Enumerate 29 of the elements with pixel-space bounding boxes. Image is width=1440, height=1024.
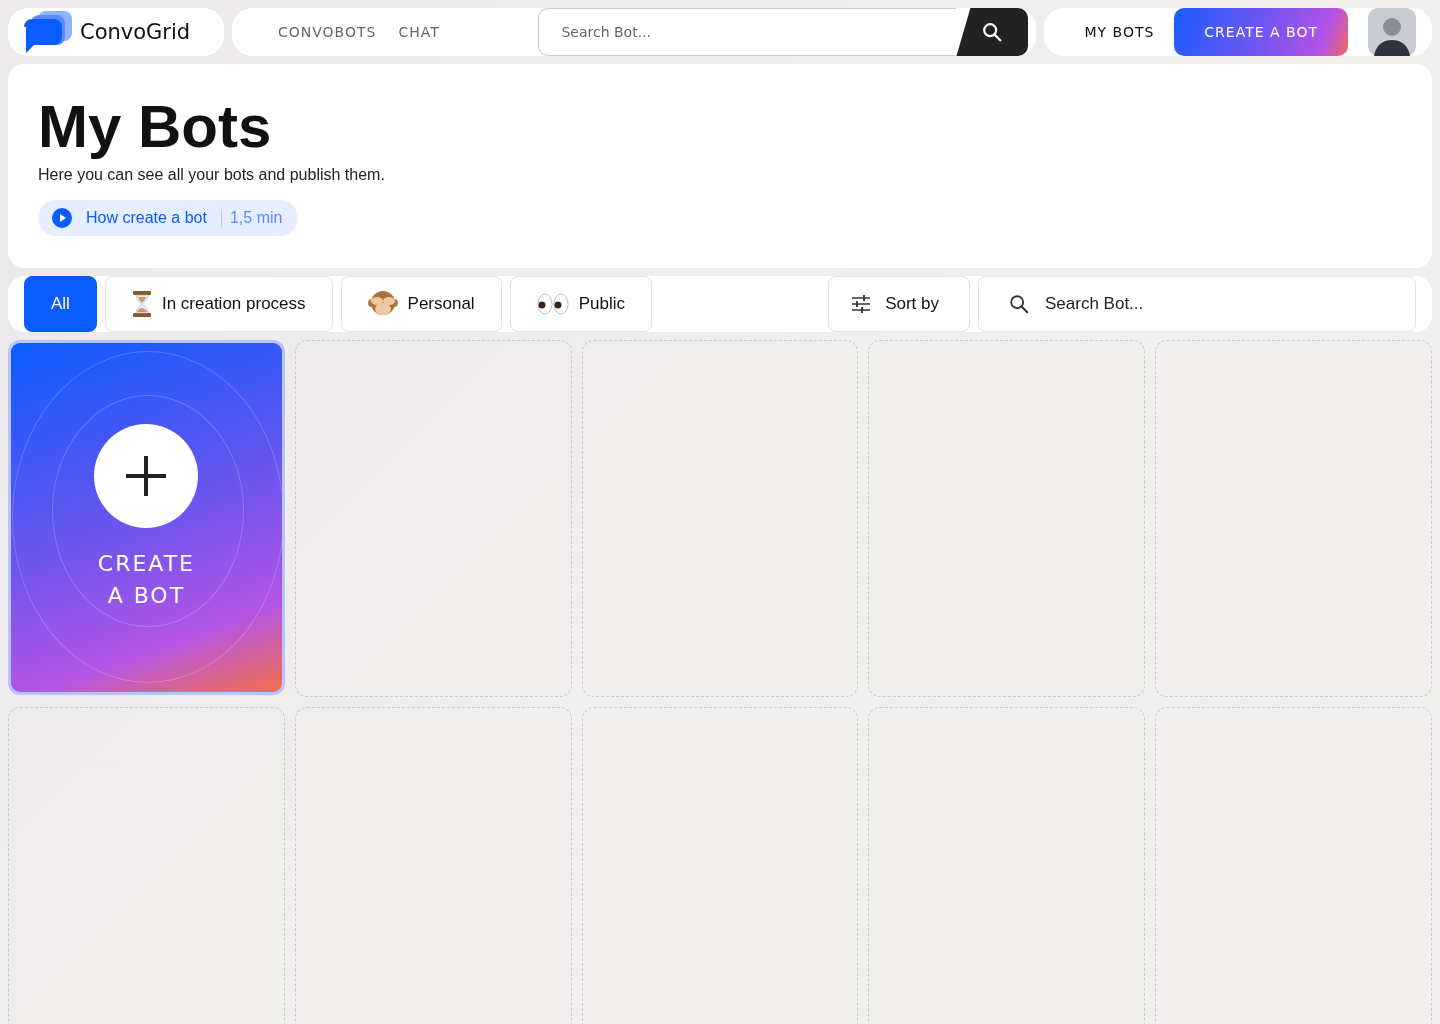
hourglass-icon — [131, 291, 152, 317]
sort-button[interactable]: Sort by — [828, 276, 970, 332]
brand-name: ConvoGrid — [80, 20, 191, 44]
avatar-icon[interactable] — [1368, 8, 1416, 56]
video-link-label[interactable]: How create a bot — [86, 209, 207, 227]
video-link[interactable]: How create a bot 1,5 min — [38, 200, 299, 236]
eyes-icon — [536, 292, 569, 316]
search-icon — [981, 21, 1004, 43]
page-subtitle: Here you can see all your bots and publish them. — [38, 166, 386, 184]
search-field[interactable]: Search Bot... — [538, 8, 957, 56]
filter-tab[interactable]: All — [24, 276, 97, 332]
search-button[interactable] — [956, 8, 1029, 56]
filter-tab[interactable]: In creation process — [104, 276, 333, 332]
filter-tab[interactable]: Personal — [340, 276, 502, 332]
page-title: My Bots — [38, 94, 273, 160]
video-duration: 1,5 min — [220, 209, 283, 227]
create-bot-card[interactable]: CREATE A BOT — [8, 340, 285, 695]
nav-link[interactable]: CONVOBOTS — [278, 24, 377, 40]
chat-bubble-logo-icon — [24, 11, 74, 53]
nav-link[interactable]: CHAT — [398, 24, 440, 40]
create-bot-button[interactable]: CREATE A BOT — [1174, 8, 1348, 56]
play-icon — [52, 208, 72, 228]
search-field[interactable]: Search Bot... — [978, 276, 1416, 332]
sliders-icon — [851, 294, 872, 314]
monkey-icon — [367, 290, 398, 318]
filter-tab[interactable]: Public — [509, 276, 652, 332]
my-bots-link[interactable]: MY BOTS — [1084, 24, 1155, 40]
plus-icon — [94, 423, 199, 528]
create-bot-label: CREATE A BOT — [96, 549, 196, 610]
